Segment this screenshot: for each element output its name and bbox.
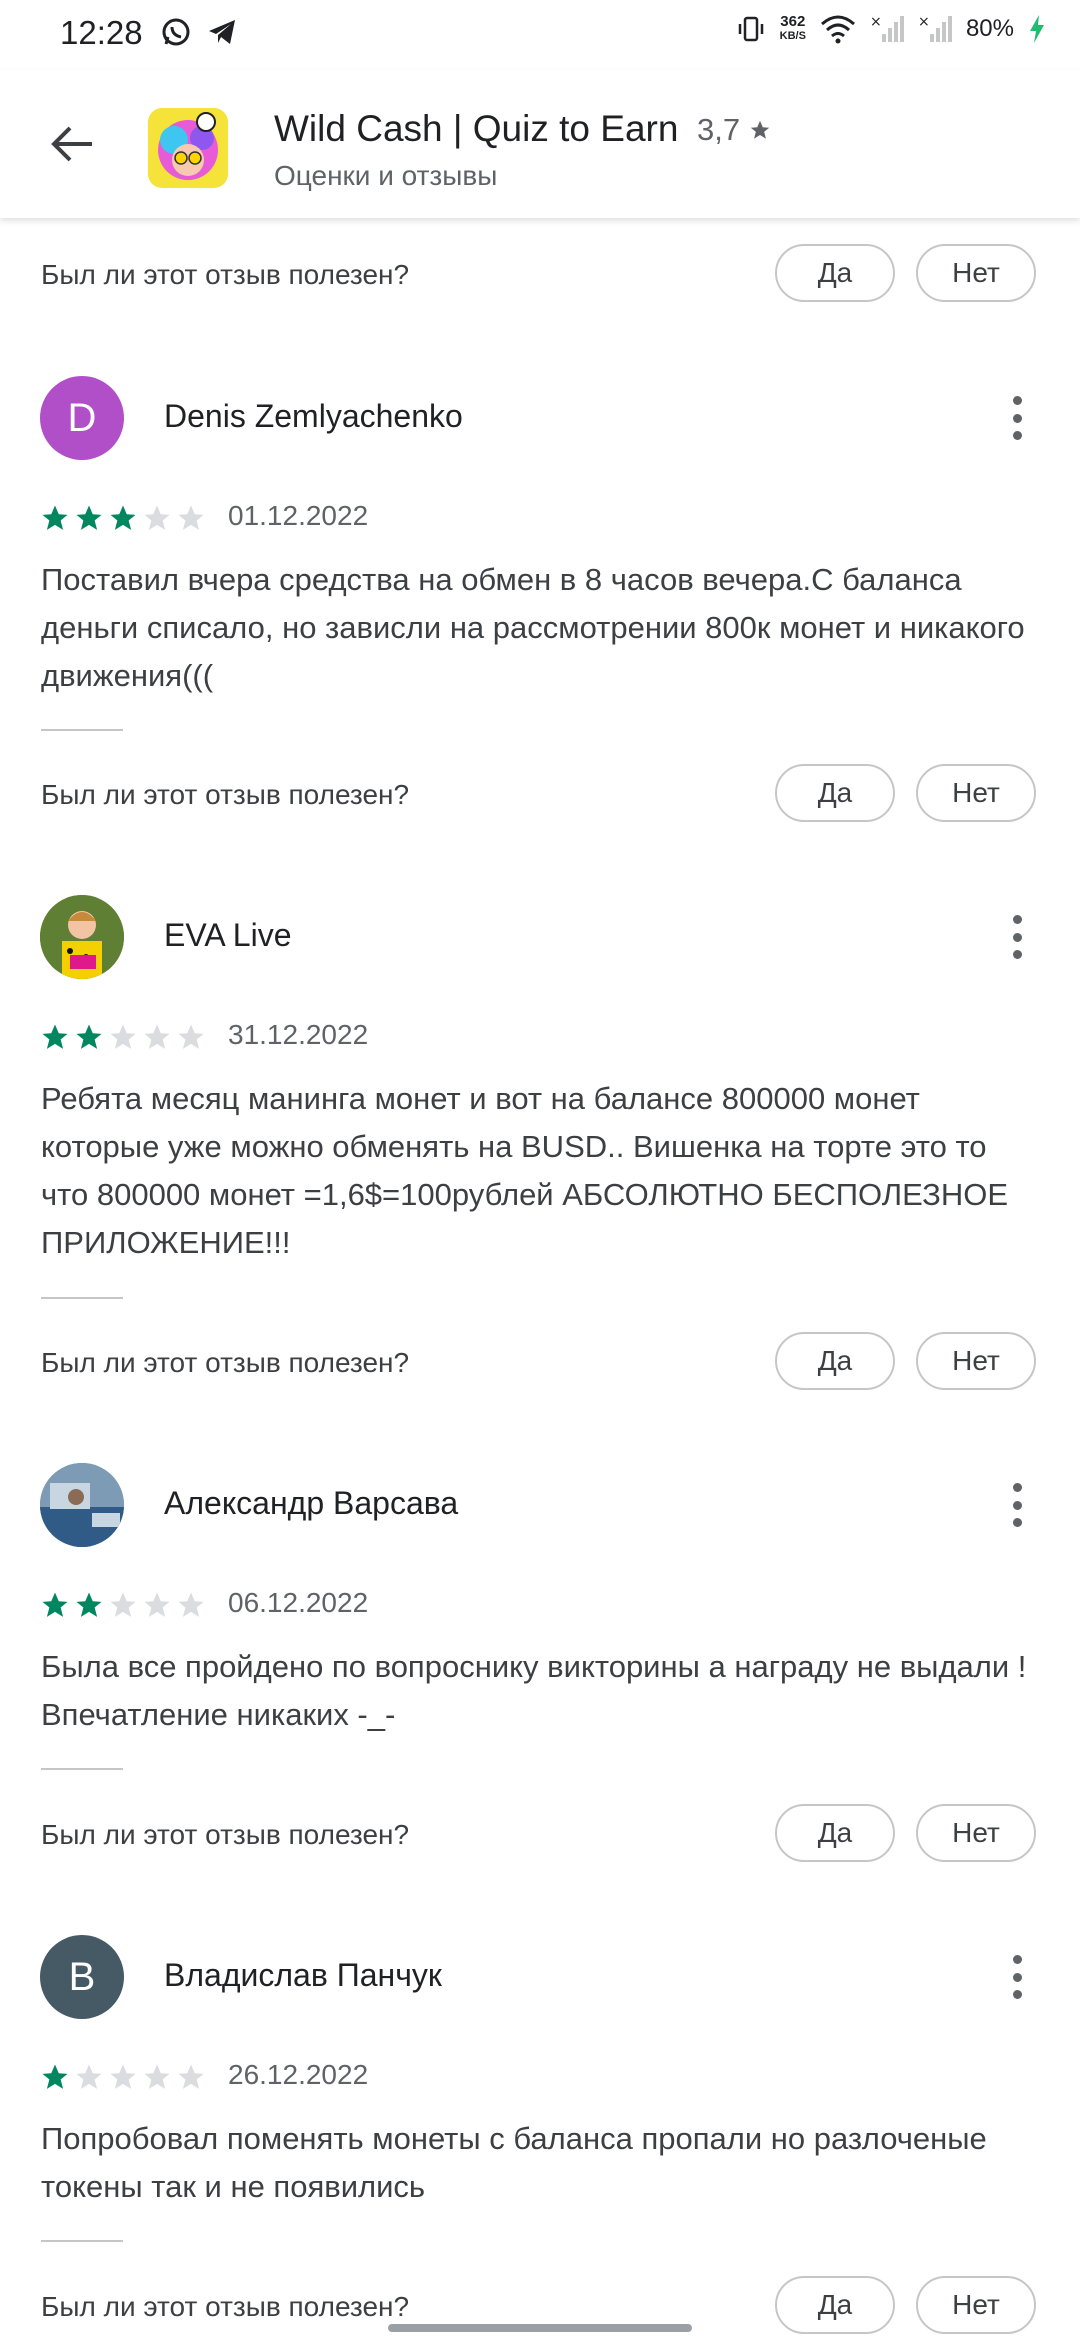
helpful-yes-button[interactable]: Да [775, 764, 895, 822]
review-author: Владислав Панчук [164, 1957, 442, 1993]
helpful-row: Был ли этот отзыв полезен? Да Нет [0, 1332, 1080, 1392]
network-speed: 362 KB/S [780, 14, 806, 44]
app-icon [148, 108, 228, 188]
star-filled-icon [110, 505, 136, 530]
divider [41, 2240, 123, 2242]
star-filled-icon [76, 1592, 102, 1617]
helpful-row: Был ли этот отзыв полезен? Да Нет [0, 1804, 1080, 1864]
helpful-question: Был ли этот отзыв полезен? [41, 1347, 410, 1378]
star-empty-icon [144, 1592, 170, 1617]
signal-icon: × [870, 14, 904, 42]
star-empty-icon [144, 1024, 170, 1049]
star-filled-icon [76, 1024, 102, 1049]
star-empty-icon [110, 1592, 136, 1617]
helpful-row: Был ли этот отзыв полезен? Да Нет [0, 764, 1080, 824]
review-text: Попробовал поменять монеты с баланса про… [41, 2121, 987, 2204]
star-empty-icon [178, 2064, 204, 2089]
star-filled-icon [42, 2064, 68, 2089]
star-rating [40, 503, 206, 533]
review-date: 31.12.2022 [228, 1019, 369, 1050]
star-empty-icon [110, 1024, 136, 1049]
review-date: 06.12.2022 [228, 1587, 369, 1618]
star-empty-icon [178, 1592, 204, 1617]
speed-unit: KB/S [779, 30, 806, 42]
helpful-yes-button[interactable]: Да [775, 244, 895, 302]
status-time: 12:28 [60, 14, 143, 51]
review-text: Была все пройдено по вопроснику викторин… [41, 1649, 1027, 1732]
helpful-row: Был ли этот отзыв полезен? Да Нет [0, 244, 1080, 304]
review-author: EVA Live [164, 917, 292, 953]
svg-text:×: × [870, 14, 882, 30]
more-options-button[interactable] [1000, 392, 1034, 444]
helpful-question: Был ли этот отзыв полезен? [41, 1819, 410, 1850]
star-rating [40, 1022, 206, 1052]
avatar: D [40, 376, 124, 460]
star-rating [40, 2062, 206, 2092]
star-empty-icon [144, 505, 170, 530]
more-options-button[interactable] [1000, 1951, 1034, 2003]
divider [41, 729, 123, 731]
star-icon [750, 120, 769, 139]
whatsapp-icon [162, 18, 190, 46]
app-header: Wild Cash | Quiz to Earn 3,7 Оценки и от… [0, 70, 1080, 218]
helpful-question: Был ли этот отзыв полезен? [41, 259, 410, 290]
review-text: Поставил вчера средства на обмен в 8 час… [41, 562, 1025, 693]
star-empty-icon [144, 2064, 170, 2089]
divider [41, 1768, 123, 1770]
review-date: 01.12.2022 [228, 500, 369, 531]
svg-text:×: × [918, 14, 930, 30]
avatar [40, 895, 124, 979]
battery-percent: 80% [965, 15, 1014, 42]
star-empty-icon [178, 1024, 204, 1049]
status-bar: 12:28 362 KB/S × × 80% [0, 0, 1080, 70]
home-indicator[interactable] [388, 2324, 692, 2332]
helpful-no-button[interactable]: Нет [916, 244, 1036, 302]
page-subtitle: Оценки и отзывы [274, 160, 498, 191]
app-rating: 3,7 [697, 112, 771, 148]
vibrate-icon [738, 16, 763, 42]
more-options-button[interactable] [1000, 1479, 1034, 1531]
helpful-yes-button[interactable]: Да [775, 1804, 895, 1862]
star-empty-icon [178, 505, 204, 530]
app-title: Wild Cash | Quiz to Earn [274, 108, 679, 149]
star-empty-icon [110, 2064, 136, 2089]
wifi-icon [820, 15, 855, 44]
helpful-question: Был ли этот отзыв полезен? [41, 779, 410, 810]
battery-charging-icon [1030, 15, 1044, 43]
star-filled-icon [42, 1592, 68, 1617]
review-text: Ребята месяц манинга монет и вот на бала… [41, 1081, 1009, 1260]
star-filled-icon [76, 505, 102, 530]
review-author: Александр Варсава [164, 1485, 459, 1521]
speed-value: 362 [780, 13, 806, 30]
helpful-no-button[interactable]: Нет [916, 764, 1036, 822]
helpful-yes-button[interactable]: Да [775, 1332, 895, 1390]
avatar [40, 1463, 124, 1547]
telegram-icon [209, 20, 235, 44]
star-filled-icon [42, 505, 68, 530]
back-button[interactable] [40, 116, 104, 172]
helpful-no-button[interactable]: Нет [916, 1804, 1036, 1862]
divider [41, 1297, 123, 1299]
helpful-question: Был ли этот отзыв полезен? [41, 2291, 410, 2322]
star-rating [40, 1590, 206, 1620]
star-empty-icon [76, 2064, 102, 2089]
more-options-button[interactable] [1000, 911, 1034, 963]
review-date: 26.12.2022 [228, 2059, 369, 2090]
star-filled-icon [42, 1024, 68, 1049]
helpful-no-button[interactable]: Нет [916, 1332, 1036, 1390]
rating-value: 3,7 [697, 112, 741, 147]
arrow-back-icon [51, 126, 92, 162]
avatar: В [40, 1935, 124, 2019]
signal-icon: × [918, 14, 952, 42]
helpful-no-button[interactable]: Нет [916, 2276, 1036, 2334]
helpful-yes-button[interactable]: Да [775, 2276, 895, 2334]
review-author: Denis Zemlyachenko [164, 398, 463, 434]
